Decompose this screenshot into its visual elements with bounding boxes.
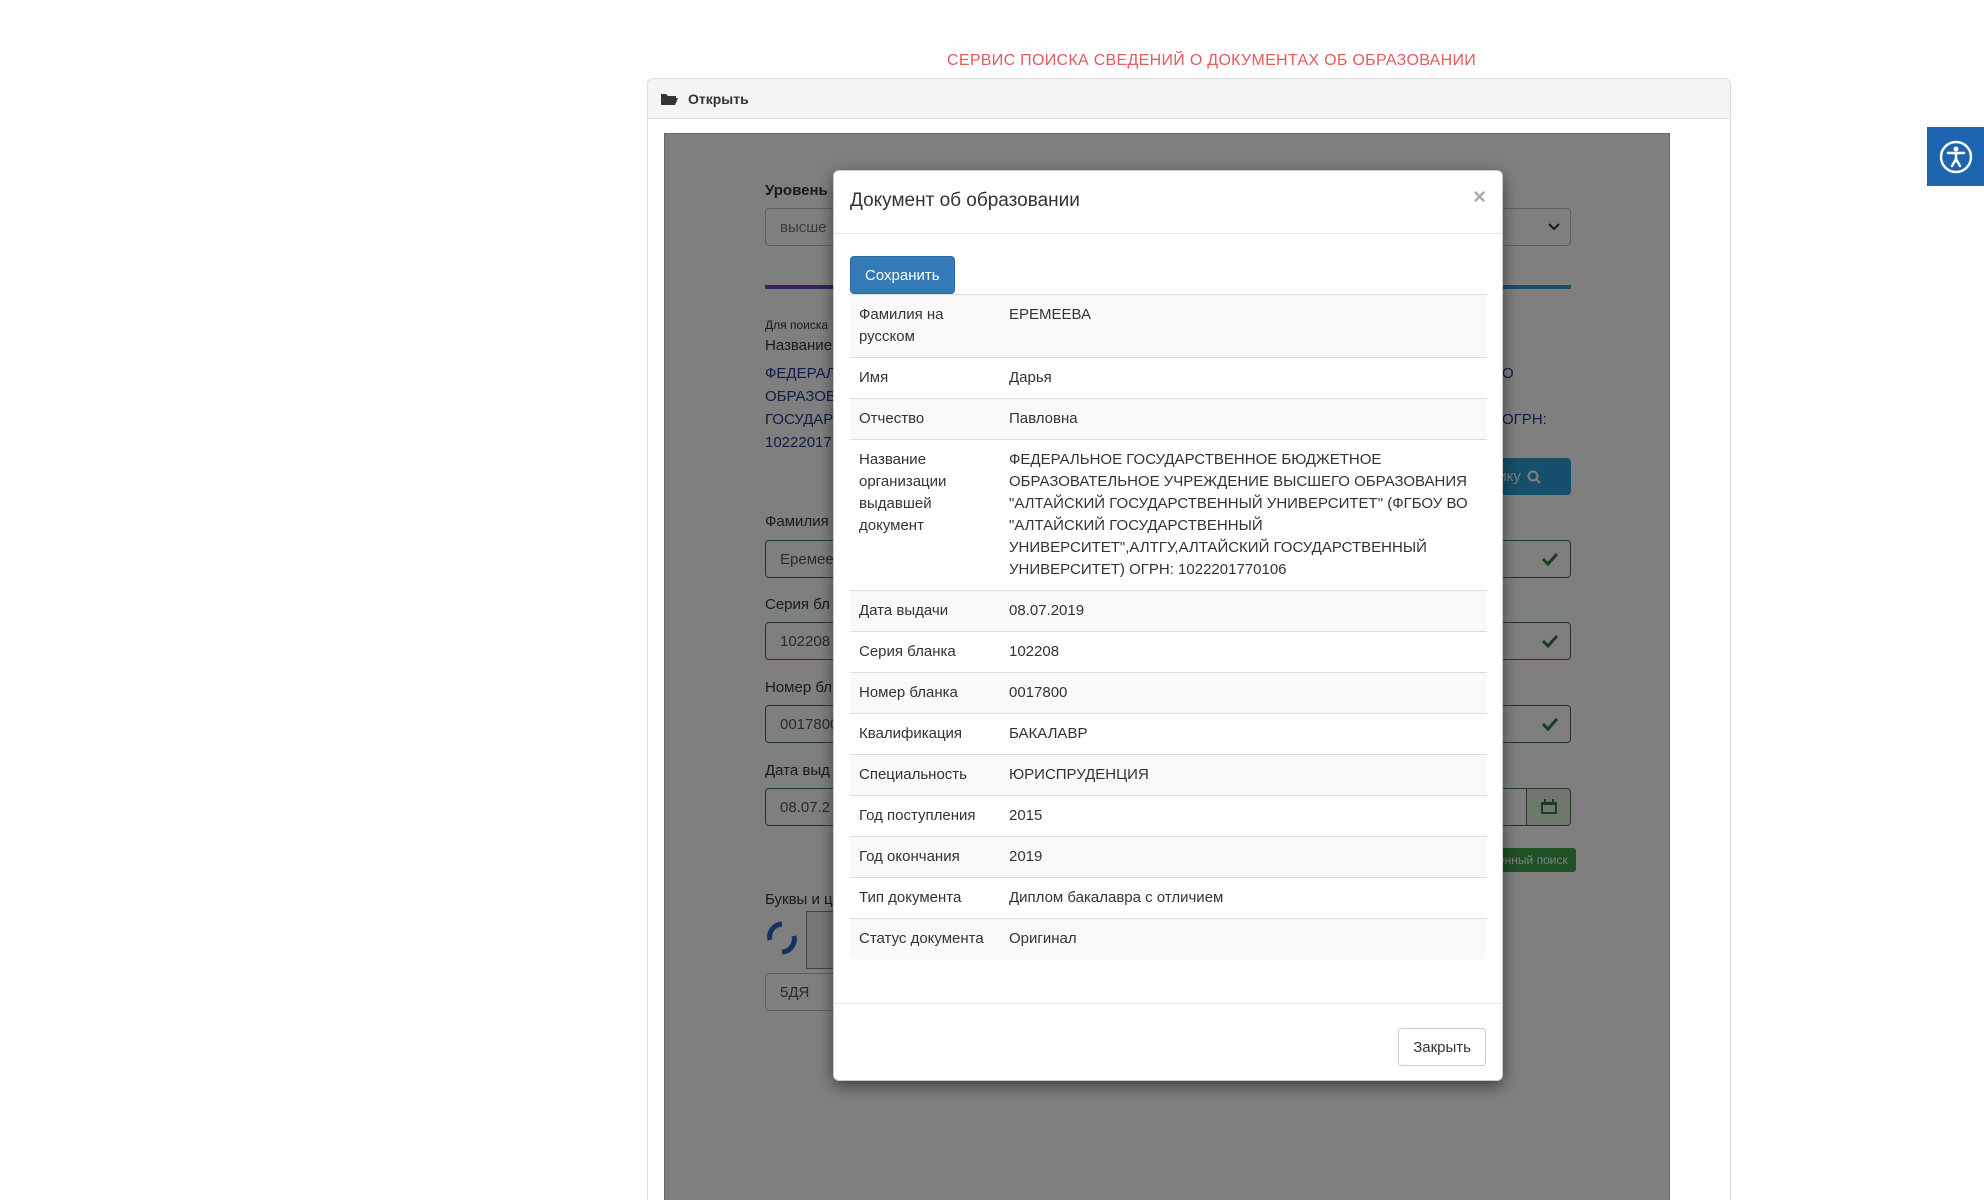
- table-row: Фамилия на русском ЕРЕМЕЕВА: [850, 294, 1487, 358]
- row-label: Серия бланка: [850, 631, 1000, 673]
- table-row: Дата выдачи 08.07.2019: [850, 590, 1487, 632]
- row-label: Название организации выдавшей документ: [850, 439, 1000, 591]
- row-label: Отчество: [850, 398, 1000, 440]
- row-value: 08.07.2019: [1000, 590, 1487, 632]
- table-row: Квалификация БАКАЛАВР: [850, 713, 1487, 755]
- row-value: Диплом бакалавра с отличием: [1000, 877, 1487, 919]
- modal-footer: Закрыть: [834, 1003, 1502, 1081]
- document-modal: Документ об образовании × Сохранить Фами…: [833, 170, 1503, 1081]
- table-row: Год поступления 2015: [850, 795, 1487, 837]
- row-value: Оригинал: [1000, 918, 1487, 959]
- table-row: Отчество Павловна: [850, 398, 1487, 440]
- row-label: Номер бланка: [850, 672, 1000, 714]
- modal-title: Документ об образовании: [850, 190, 1080, 211]
- accessibility-button[interactable]: [1927, 127, 1984, 186]
- row-label: Тип документа: [850, 877, 1000, 919]
- table-row: Серия бланка 102208: [850, 631, 1487, 673]
- table-row: Тип документа Диплом бакалавра с отличием: [850, 877, 1487, 919]
- row-label: Дата выдачи: [850, 590, 1000, 632]
- document-details-table: Фамилия на русском ЕРЕМЕЕВА Имя Дарья Отчест…: [850, 294, 1487, 959]
- row-value: ЕРЕМЕЕВА: [1000, 294, 1487, 358]
- row-label: Имя: [850, 357, 1000, 399]
- row-value: 102208: [1000, 631, 1487, 673]
- row-label: Год окончания: [850, 836, 1000, 878]
- row-label: Специальность: [850, 754, 1000, 796]
- row-label: Статус документа: [850, 918, 1000, 959]
- row-value: Дарья: [1000, 357, 1487, 399]
- service-title: СЕРВИС ПОИСКА СВЕДЕНИЙ О ДОКУМЕНТАХ ОБ О…: [947, 52, 1477, 69]
- table-row: Номер бланка 0017800: [850, 672, 1487, 714]
- table-row: Статус документа Оригинал: [850, 918, 1487, 959]
- row-value: ФЕДЕРАЛЬНОЕ ГОСУДАРСТВЕННОЕ БЮДЖЕТНОЕ ОБ…: [1000, 439, 1487, 591]
- panel-heading-label: Открыть: [688, 90, 749, 107]
- table-row: Специальность ЮРИСПРУДЕНЦИЯ: [850, 754, 1487, 796]
- modal-header: Документ об образовании ×: [834, 171, 1502, 234]
- panel-heading[interactable]: Открыть: [648, 79, 1730, 119]
- accessibility-icon: [1939, 140, 1972, 173]
- table-row: Год окончания 2019: [850, 836, 1487, 878]
- row-value: 2019: [1000, 836, 1487, 878]
- row-value: ЮРИСПРУДЕНЦИЯ: [1000, 754, 1487, 796]
- save-button[interactable]: Сохранить: [850, 256, 955, 294]
- row-label: Квалификация: [850, 713, 1000, 755]
- row-value: Павловна: [1000, 398, 1487, 440]
- table-row: Название организации выдавшей документ ФЕ…: [850, 439, 1487, 591]
- page: СЕРВИС ПОИСКА СВЕДЕНИЙ О ДОКУМЕНТАХ ОБ О…: [0, 0, 1984, 1200]
- table-row: Имя Дарья: [850, 357, 1487, 399]
- row-value: 2015: [1000, 795, 1487, 837]
- row-label: Год поступления: [850, 795, 1000, 837]
- close-button[interactable]: Закрыть: [1398, 1028, 1486, 1066]
- row-value: 0017800: [1000, 672, 1487, 714]
- row-label: Фамилия на русском: [850, 294, 1000, 358]
- folder-open-icon: [661, 93, 678, 105]
- close-icon[interactable]: ×: [1473, 184, 1486, 210]
- row-value: БАКАЛАВР: [1000, 713, 1487, 755]
